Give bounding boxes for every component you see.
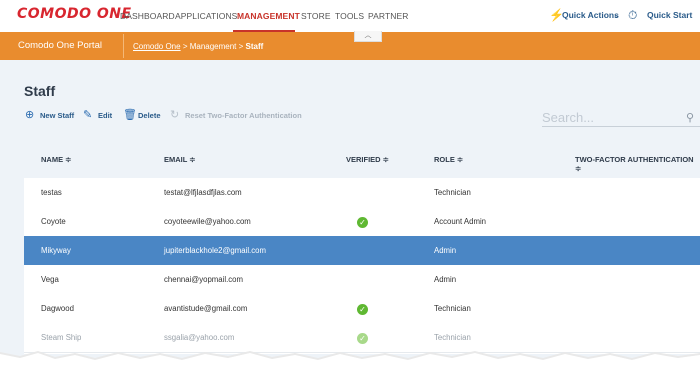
cell-email: coyoteewile@yahoo.com (164, 217, 251, 226)
table-row[interactable]: Dagwood avantistude@gmail.com ✓ Technici… (24, 294, 700, 324)
cell-email: testat@lfjlasdfjlas.com (164, 188, 242, 197)
page-title: Staff (24, 83, 56, 99)
verified-check-icon: ✓ (357, 217, 368, 228)
cell-name: Steam Ship (41, 333, 82, 342)
cell-role: Account Admin (434, 217, 487, 226)
table-row-selected[interactable]: Mikyway jupiterblackhole2@gmail.com Admi… (24, 236, 700, 266)
table-row[interactable]: Coyote coyoteewile@yahoo.com ✓ Account A… (24, 207, 700, 237)
trash-icon[interactable]: 🗑 (123, 108, 137, 121)
breadcrumb-comodo-one-link[interactable]: Comodo One (133, 42, 181, 51)
quick-start-button[interactable]: Quick Start (647, 10, 692, 20)
cell-role: Admin (434, 246, 457, 255)
reset-icon: ↻ (170, 109, 180, 121)
nav-management[interactable]: MANAGEMENT (237, 11, 300, 21)
staff-table: NAME ≑ EMAIL ≑ VERIFIED ≑ ROLE ≑ TWO-FAC… (24, 138, 700, 354)
comodo-one-logo[interactable]: COMODO ONE (17, 6, 132, 22)
table-row[interactable]: Vega chennai@yopmail.com Admin (24, 265, 700, 295)
new-staff-button[interactable]: New Staff (40, 111, 74, 120)
chevron-down-icon[interactable]: ⌄ (613, 11, 620, 20)
delete-button[interactable]: Delete (138, 111, 161, 120)
column-header-verified[interactable]: VERIFIED ≑ (346, 155, 389, 164)
search-icon[interactable]: ⚲ (686, 111, 694, 124)
breadcrumb-current: Staff (245, 42, 264, 51)
nav-store[interactable]: STORE (301, 11, 331, 21)
cell-email: ssgalia@yahoo.com (164, 333, 235, 342)
breadcrumb-separator: > Management > (180, 42, 246, 51)
cell-role: Admin (434, 275, 457, 284)
cell-role: Technician (434, 333, 471, 342)
column-header-name[interactable]: NAME ≑ (41, 155, 71, 164)
nav-dashboard[interactable]: DASHBOARD (120, 11, 175, 21)
table-row[interactable]: testas testat@lfjlasdfjlas.com Technicia… (24, 178, 700, 208)
edit-icon[interactable]: ✎ (83, 108, 92, 121)
cell-name: Vega (41, 275, 59, 284)
cell-role: Technician (434, 304, 471, 313)
cell-name: Mikyway (41, 246, 71, 255)
cell-name: Dagwood (41, 304, 74, 313)
column-header-email[interactable]: EMAIL ≑ (164, 155, 196, 164)
table-header: NAME ≑ EMAIL ≑ VERIFIED ≑ ROLE ≑ TWO-FAC… (24, 138, 700, 178)
nav-partner[interactable]: PARTNER (368, 11, 409, 21)
quick-actions-menu[interactable]: Quick Actions (562, 10, 619, 20)
cell-name: testas (41, 188, 62, 197)
cell-name: Coyote (41, 217, 66, 226)
chevron-up-icon: ︿ (364, 32, 372, 39)
cell-email: avantistude@gmail.com (164, 304, 248, 313)
search-input[interactable] (542, 108, 700, 127)
column-header-two-factor[interactable]: TWO-FACTOR AUTHENTICATION ≑ (575, 155, 700, 173)
portal-title: Comodo One Portal (18, 40, 102, 51)
verified-check-icon: ✓ (357, 304, 368, 315)
stopwatch-icon: ⏱ (628, 8, 638, 22)
add-circle-icon[interactable]: ⊕ (25, 108, 34, 121)
column-header-role[interactable]: ROLE ≑ (434, 155, 463, 164)
verified-check-icon: ✓ (357, 333, 368, 344)
collapse-header-button[interactable]: ︿ (354, 31, 382, 42)
header-divider (123, 34, 124, 58)
cell-role: Technician (434, 188, 471, 197)
portal-header-bar (0, 32, 700, 60)
reset-two-factor-button[interactable]: Reset Two-Factor Authentication (185, 111, 302, 120)
edit-button[interactable]: Edit (98, 111, 112, 120)
breadcrumb: Comodo One > Management > Staff (133, 42, 263, 51)
cell-email: jupiterblackhole2@gmail.com (164, 246, 266, 255)
cell-email: chennai@yopmail.com (164, 275, 243, 284)
torn-edge-decoration (0, 351, 700, 366)
nav-applications[interactable]: APPLICATIONS (175, 11, 237, 21)
nav-tools[interactable]: TOOLS (335, 11, 364, 21)
